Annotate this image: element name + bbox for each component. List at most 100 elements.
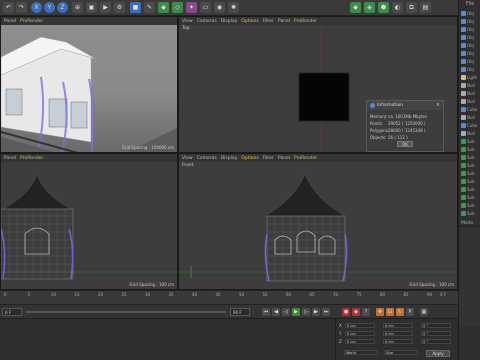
axis-z-icon[interactable]: Z xyxy=(57,2,68,13)
coordinate-pos-field[interactable]: 0 cm xyxy=(345,323,375,328)
object-list-item[interactable]: Sub xyxy=(461,162,480,168)
menu-filter[interactable]: Filter xyxy=(263,156,274,161)
cube-icon[interactable]: ■ xyxy=(130,2,141,13)
object-list-item[interactable]: Null xyxy=(461,130,480,136)
scale-key-icon[interactable]: ⊡ xyxy=(386,308,394,316)
object-list-item[interactable]: Obj xyxy=(461,34,480,40)
play-icon[interactable]: ▶ xyxy=(292,308,300,316)
autokey-icon[interactable]: ◉ xyxy=(352,308,360,316)
menu-panel[interactable]: Panel xyxy=(278,156,290,161)
object-list-item[interactable]: Cube xyxy=(461,106,480,112)
render-view-icon[interactable]: ▶ xyxy=(100,2,111,13)
object-list-item[interactable]: Sub xyxy=(461,154,480,160)
object-list-item[interactable]: Null xyxy=(461,82,480,88)
coordinate-size-field[interactable]: 0 cm xyxy=(383,331,413,336)
menu-view[interactable]: View xyxy=(182,156,193,161)
subdivision-icon[interactable]: ◆ xyxy=(158,2,169,13)
coordinate-rot-field[interactable]: 0 ° xyxy=(421,331,451,336)
position-key-icon[interactable]: ✥ xyxy=(376,308,384,316)
generator-icon[interactable]: ◆ xyxy=(350,2,361,13)
record-icon[interactable]: ● xyxy=(342,308,350,316)
coordinate-mode-select[interactable]: World xyxy=(344,350,378,355)
axis-y-icon[interactable]: Y xyxy=(44,2,55,13)
start-frame-field[interactable]: 0 F xyxy=(2,308,22,316)
object-list-item[interactable]: Sub xyxy=(461,170,480,176)
ok-button[interactable]: OK xyxy=(397,141,413,147)
next-frame-icon[interactable]: ▷ xyxy=(302,308,310,316)
redo-icon[interactable]: ↷ xyxy=(16,2,27,13)
menu-view[interactable]: View xyxy=(182,19,193,24)
menu-display[interactable]: Display xyxy=(221,156,238,161)
object-list-item[interactable]: Obj xyxy=(461,18,480,24)
floor-icon[interactable]: ▭ xyxy=(200,2,211,13)
coordinate-pos-field[interactable]: 0 cm xyxy=(345,339,375,344)
menu-panel[interactable]: Panel xyxy=(4,19,16,24)
rotation-key-icon[interactable]: ↻ xyxy=(396,308,404,316)
keyframe-selection-icon[interactable]: ? xyxy=(362,308,370,316)
menu-prorender[interactable]: ProRender xyxy=(20,156,43,161)
timeline-layout-icon[interactable]: ▦ xyxy=(420,308,428,316)
perspective-viewport[interactable]: Panel ProRender Grid Spacing : 100000 cm xyxy=(0,16,178,153)
undo-icon[interactable]: ↶ xyxy=(3,2,14,13)
menu-filter[interactable]: Filter xyxy=(263,19,274,24)
coordinate-rot-field[interactable]: 0 ° xyxy=(421,339,451,344)
frame-range-slider[interactable] xyxy=(26,311,226,313)
object-list-item[interactable]: Null xyxy=(461,90,480,96)
symmetry-icon[interactable]: ◈ xyxy=(364,2,375,13)
object-list-item[interactable]: Light xyxy=(461,74,480,80)
menu-cameras[interactable]: Cameras xyxy=(197,156,217,161)
deformer-icon[interactable]: ✦ xyxy=(186,2,197,13)
object-list-item[interactable]: Sub xyxy=(461,210,480,216)
object-list-item[interactable]: Sub xyxy=(461,186,480,192)
go-to-end-icon[interactable]: ⏭ xyxy=(322,308,330,316)
coordinate-pos-field[interactable]: 0 cm xyxy=(345,331,375,336)
render-icon[interactable]: ▣ xyxy=(86,2,97,13)
menu-panel[interactable]: Panel xyxy=(4,156,16,161)
menu-cameras[interactable]: Cameras xyxy=(197,19,217,24)
render-settings-icon[interactable]: ⚙ xyxy=(114,2,125,13)
object-list-item[interactable]: Sub xyxy=(461,146,480,152)
object-list-item[interactable]: Obj xyxy=(461,66,480,72)
object-list-item[interactable]: Null xyxy=(461,114,480,120)
object-list-item[interactable]: Sub xyxy=(461,194,480,200)
object-list-item[interactable]: Sub xyxy=(461,138,480,144)
coordinate-size-field[interactable]: 0 cm xyxy=(383,339,413,344)
sculpt-icon[interactable]: ◐ xyxy=(392,2,403,13)
light-icon[interactable]: ✺ xyxy=(228,2,239,13)
coordinate-size-field[interactable]: 0 cm xyxy=(383,323,413,328)
front-viewport[interactable]: View Cameras Display Options Filter Pane… xyxy=(178,153,458,290)
object-list-item[interactable]: Sub xyxy=(461,202,480,208)
menu-prorender[interactable]: ProRender xyxy=(20,19,43,24)
menu-prorender[interactable]: ProRender xyxy=(294,19,317,24)
object-list-item[interactable]: Obj xyxy=(461,42,480,48)
boole-icon[interactable]: ⬢ xyxy=(378,2,389,13)
snap-icon[interactable]: ⧉ xyxy=(406,2,417,13)
world-coord-icon[interactable]: ⊕ xyxy=(72,2,83,13)
size-mode-select[interactable]: Size xyxy=(384,350,418,355)
object-list-item[interactable]: Obj xyxy=(461,10,480,16)
layout-icon[interactable]: ▤ xyxy=(420,2,431,13)
axis-x-icon[interactable]: X xyxy=(31,2,42,13)
next-key-icon[interactable]: ▶ xyxy=(312,308,320,316)
parameter-key-icon[interactable]: P xyxy=(406,308,414,316)
object-list-item[interactable]: Obj xyxy=(461,50,480,56)
timeline-ruler[interactable]: 0 5 10 15 20 25 30 35 40 45 50 55 60 65 70 75 80 85 90 0 F xyxy=(0,290,458,304)
object-manager-menu-file[interactable]: File xyxy=(459,0,480,8)
right-viewport[interactable]: Panel ProRender Grid Spacing : 100 cm xyxy=(0,153,178,290)
coordinate-rot-field[interactable]: 0 ° xyxy=(421,323,451,328)
menu-panel[interactable]: Panel xyxy=(278,19,290,24)
menu-prorender[interactable]: ProRender xyxy=(294,156,317,161)
go-to-start-icon[interactable]: ⏮ xyxy=(262,308,270,316)
close-icon[interactable]: × xyxy=(436,102,440,108)
array-icon[interactable]: ◇ xyxy=(172,2,183,13)
object-list-item[interactable]: Sub xyxy=(461,178,480,184)
object-list-item[interactable]: Cube xyxy=(461,122,480,128)
menu-options[interactable]: Options xyxy=(241,156,258,161)
object-list-item[interactable]: Null xyxy=(461,98,480,104)
end-frame-field[interactable]: 90 F xyxy=(230,308,250,316)
object-list-item[interactable]: Obj xyxy=(461,26,480,32)
camera-icon[interactable]: ◉ xyxy=(214,2,225,13)
previous-frame-icon[interactable]: ◁ xyxy=(282,308,290,316)
menu-options[interactable]: Options xyxy=(241,19,258,24)
menu-display[interactable]: Display xyxy=(221,19,238,24)
